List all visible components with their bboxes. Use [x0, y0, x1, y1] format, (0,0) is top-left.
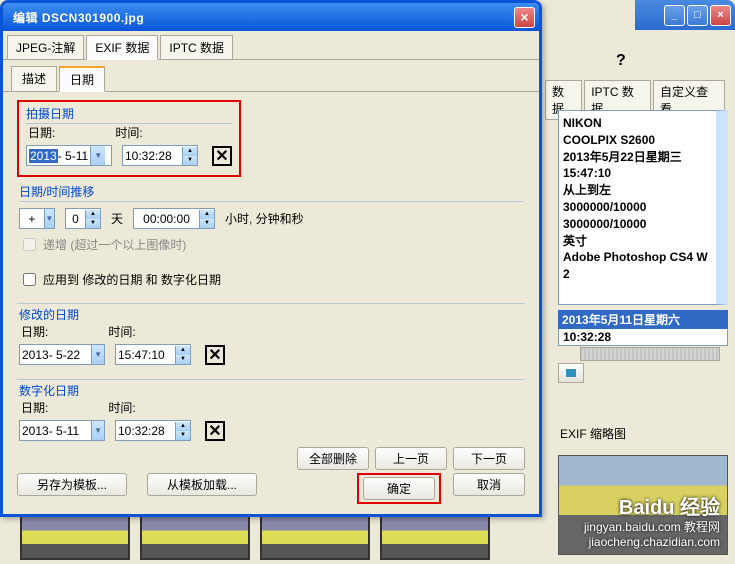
spinner-icon[interactable]: ▲▼: [175, 422, 190, 440]
clear-modified-icon[interactable]: [205, 345, 225, 365]
capture-legend: 拍摄日期: [26, 105, 232, 124]
spinner-icon[interactable]: ▲▼: [175, 346, 190, 364]
edit-dialog: 编辑 DSCN301900.jpg × JPEG-注解 EXIF 数据 IPTC…: [0, 0, 542, 517]
capture-date-input[interactable]: 2013- 5-11: [26, 145, 112, 166]
digitized-date-input[interactable]: [19, 420, 105, 441]
thumbnail-1[interactable]: [20, 510, 130, 560]
modified-date-group: 修改的日期 日期: 时间: ▲▼: [17, 303, 525, 369]
view-mode-button[interactable]: [558, 363, 584, 383]
save-template-button[interactable]: 另存为模板...: [17, 473, 127, 496]
dialog-main-tabs: JPEG-注解 EXIF 数据 IPTC 数据: [3, 31, 539, 60]
dropdown-icon[interactable]: [91, 345, 104, 364]
offset-days[interactable]: ▲▼: [65, 208, 101, 229]
dialog-buttons-row2: 另存为模板... 从模板加载... 确定 取消: [17, 473, 525, 504]
tab-jpeg-comment[interactable]: JPEG-注解: [7, 35, 84, 59]
recur-checkbox: 递增 (超过一个以上图像时): [19, 235, 523, 254]
tab-iptc-data2[interactable]: IPTC 数据: [160, 35, 233, 59]
dialog-sub-tabs: 描述 日期: [3, 60, 539, 92]
exif-info-panel: NIKON COOLPIX S2600 2013年5月22日星期三 15:47:…: [558, 110, 728, 305]
thumbnail-3[interactable]: [260, 510, 370, 560]
spinner-icon[interactable]: ▲▼: [199, 210, 214, 228]
subtab-date[interactable]: 日期: [59, 66, 105, 92]
modified-date-input[interactable]: [19, 344, 105, 365]
dialog-close-button[interactable]: ×: [514, 7, 535, 28]
exif-line: 3000000/10000: [563, 216, 712, 233]
exif-line: 3000000/10000: [563, 199, 712, 216]
histogram-bar: [580, 347, 720, 361]
help-icon[interactable]: ?: [616, 52, 626, 70]
maximize-button[interactable]: □: [687, 5, 708, 26]
clear-capture-icon[interactable]: [212, 146, 232, 166]
exif-line: 2013年5月22日星期三: [563, 149, 712, 166]
exif-thumbnail-label: EXIF 缩略图: [560, 425, 626, 442]
digitized-time-input[interactable]: ▲▼: [115, 420, 191, 441]
date-label: 日期:: [28, 124, 55, 141]
exif-selected-time: 10:32:28: [558, 329, 728, 346]
thumbnail-2[interactable]: [140, 510, 250, 560]
exif-line: Adobe Photoshop CS4 W: [563, 249, 712, 266]
offset-sign[interactable]: [19, 208, 55, 229]
hms-label: 小时, 分钟和秒: [225, 210, 304, 227]
dropdown-icon[interactable]: [44, 209, 54, 228]
minimize-button[interactable]: _: [664, 5, 685, 26]
dialog-title: 编辑 DSCN301900.jpg: [7, 9, 514, 26]
days-label: 天: [111, 210, 123, 227]
time-label: 时间:: [115, 124, 142, 141]
prev-page-button[interactable]: 上一页: [375, 447, 447, 470]
thumbnail-4[interactable]: [380, 510, 490, 560]
cancel-button[interactable]: 取消: [453, 473, 525, 496]
subtab-description[interactable]: 描述: [11, 66, 57, 91]
spinner-icon[interactable]: ▲▼: [182, 147, 197, 165]
dialog-content: 拍摄日期 日期: 时间: 2013- 5-11 ▲▼ 日期/时间推移: [3, 92, 539, 463]
parent-close-button[interactable]: ×: [710, 5, 731, 26]
ok-button[interactable]: 确定: [363, 477, 435, 500]
exif-line: 从上到左: [563, 182, 712, 199]
dialog-titlebar: 编辑 DSCN301900.jpg ×: [3, 3, 539, 31]
apply-to-checkbox[interactable]: 应用到 修改的日期 和 数字化日期: [19, 270, 523, 289]
date-label: 日期:: [21, 323, 48, 340]
tab-exif-data[interactable]: EXIF 数据: [86, 35, 158, 60]
spinner-icon[interactable]: ▲▼: [85, 210, 100, 228]
exif-line: COOLPIX S2600: [563, 132, 712, 149]
capture-date-group: 拍摄日期 日期: 时间: 2013- 5-11 ▲▼: [22, 105, 236, 172]
load-template-button[interactable]: 从模板加载...: [147, 473, 257, 496]
capture-time-input[interactable]: ▲▼: [122, 145, 198, 166]
exif-line: 2: [563, 266, 712, 283]
offset-header: 日期/时间推移: [19, 183, 523, 202]
exif-selected-date: 2013年5月11日星期六: [558, 310, 728, 329]
modified-legend: 修改的日期: [19, 306, 83, 323]
time-label: 时间:: [108, 323, 135, 340]
dialog-buttons-row1: 全部删除 上一页 下一页: [297, 447, 525, 470]
exif-line: 英寸: [563, 233, 712, 250]
time-label: 时间:: [108, 399, 135, 416]
modified-time-input[interactable]: ▲▼: [115, 344, 191, 365]
dropdown-icon[interactable]: [91, 421, 104, 440]
delete-all-button[interactable]: 全部删除: [297, 447, 369, 470]
exif-selection[interactable]: 2013年5月11日星期六 10:32:28: [558, 310, 728, 345]
clear-digitized-icon[interactable]: [205, 421, 225, 441]
digitized-date-group: 数字化日期 日期: 时间: ▲▼: [17, 379, 525, 445]
date-label: 日期:: [21, 399, 48, 416]
digitized-legend: 数字化日期: [19, 382, 83, 399]
next-page-button[interactable]: 下一页: [453, 447, 525, 470]
watermark: Baidu 经验 jingyan.baidu.com 教程网 jiaocheng…: [584, 496, 720, 549]
exif-line: NIKON: [563, 115, 712, 132]
dropdown-icon[interactable]: [90, 146, 105, 165]
offset-time[interactable]: ▲▼: [133, 208, 215, 229]
parent-window-controls: _ □ ×: [635, 0, 735, 30]
exif-line: 15:47:10: [563, 165, 712, 182]
